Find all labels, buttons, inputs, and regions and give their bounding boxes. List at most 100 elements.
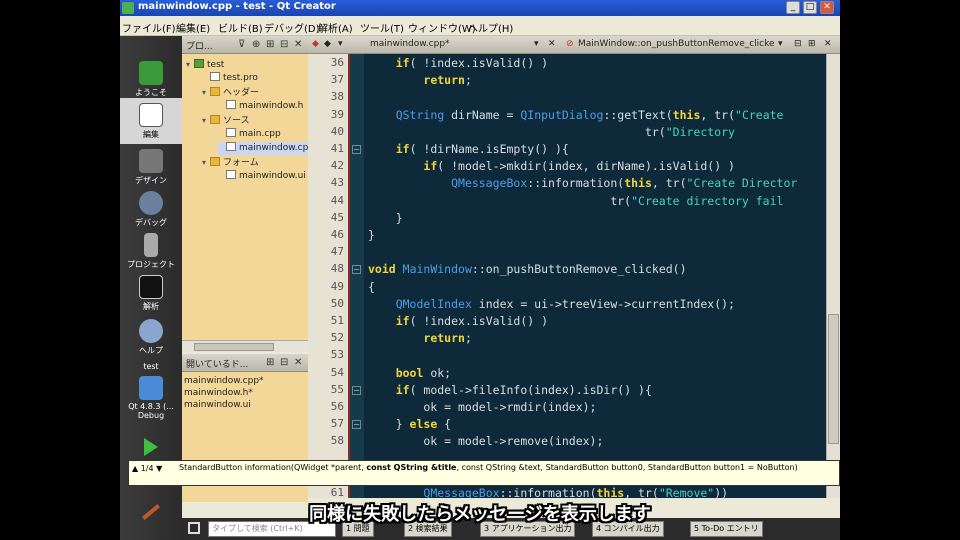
line-number: 48 bbox=[330, 262, 344, 276]
tree-item[interactable]: main.cpp bbox=[218, 128, 281, 141]
editor-vertical-scrollbar[interactable] bbox=[826, 54, 840, 498]
mode-edit[interactable]: 編集 bbox=[120, 98, 182, 144]
expand-arrow-icon[interactable]: ▾ bbox=[202, 114, 210, 127]
tree-item[interactable]: ▾ ソース bbox=[202, 114, 250, 127]
menu-tools[interactable]: ツール(T) bbox=[360, 20, 404, 35]
tree-item-label: test bbox=[207, 60, 225, 70]
tree-item[interactable]: mainwindow.h bbox=[218, 100, 303, 113]
debug-icon bbox=[139, 191, 163, 215]
line-number: 58 bbox=[330, 434, 344, 448]
fold-margin: − − − − bbox=[350, 54, 364, 498]
link-icon[interactable]: ⊕ bbox=[252, 39, 260, 50]
code-line: if( !index.isValid() ) bbox=[395, 56, 549, 70]
fold-marker-icon[interactable]: − bbox=[352, 265, 361, 275]
menu-help[interactable]: ヘルプ(H) bbox=[468, 20, 513, 35]
forward-icon[interactable]: ◆ bbox=[324, 39, 331, 49]
mode-help[interactable]: ヘルプ bbox=[120, 314, 182, 360]
menu-analyze[interactable]: 解析(A) bbox=[318, 20, 353, 35]
scrollbar-thumb[interactable] bbox=[828, 314, 839, 444]
close-pane-icon[interactable]: ✕ bbox=[294, 357, 302, 368]
code-line: { bbox=[368, 279, 375, 294]
menu-window[interactable]: ウィンドウ(W) bbox=[408, 20, 476, 35]
line-number-gutter: 36 37 38 39 40 41 42 43 44 45 46 47 48 49 50 51 52 53 54 55… bbox=[308, 54, 350, 499]
menu-debug[interactable]: デバッグ(D) bbox=[264, 20, 320, 35]
proj-icon bbox=[194, 59, 204, 68]
tree-item[interactable]: ▾ test bbox=[186, 58, 224, 71]
line-number: 50 bbox=[330, 296, 344, 310]
tree-item-label: ヘッダー bbox=[223, 88, 260, 98]
code-area[interactable]: if( !index.isValid() ) return; QString d… bbox=[364, 54, 826, 498]
line-number: 61 bbox=[330, 486, 344, 499]
split-editor-icon[interactable]: ⊟ bbox=[794, 39, 802, 49]
line-number: 42 bbox=[330, 159, 344, 173]
split-icon[interactable]: ⊞ bbox=[266, 357, 274, 368]
close-document-icon[interactable]: ✕ bbox=[548, 39, 556, 49]
open-docs-select[interactable]: 開いているド... bbox=[186, 357, 248, 370]
code-line: ok = model->rmdir(index); bbox=[368, 400, 597, 414]
scrollbar-thumb[interactable] bbox=[194, 343, 274, 351]
maximize-button[interactable]: □ bbox=[803, 1, 817, 14]
run-icon bbox=[144, 438, 158, 456]
code-line: } else { bbox=[368, 417, 452, 432]
tree-item[interactable]: ▾ フォーム bbox=[202, 156, 259, 169]
tree-item[interactable]: ▾ ヘッダー bbox=[202, 86, 259, 99]
folder-icon bbox=[210, 87, 220, 96]
file-selector[interactable]: mainwindow.cpp* bbox=[370, 39, 450, 49]
line-number: 37 bbox=[330, 73, 344, 87]
mode-welcome[interactable]: ようこそ bbox=[120, 56, 182, 102]
editor-toolbar: ◆ ◆ ▾ mainwindow.cpp* ▾ ✕ ⊘ MainWindow::… bbox=[308, 36, 840, 54]
tree-item[interactable]: mainwindow.ui bbox=[218, 170, 306, 183]
code-line: if( model->fileInfo(index).isDir() ){ bbox=[395, 382, 652, 397]
project-tree: ▾ test test.pro ▾ ヘッダー mainwindow.h ▾ ソース main.c… bbox=[182, 54, 308, 340]
symbol-selector[interactable]: MainWindow::on_pushButtonRemove_clicked(… bbox=[578, 39, 774, 49]
split-icon[interactable]: ⊞ bbox=[266, 39, 274, 50]
expand-arrow-icon[interactable]: ▾ bbox=[202, 86, 210, 99]
video-subtitle: 同様に失敗したらメッセージを表示します bbox=[309, 504, 651, 525]
file-icon bbox=[226, 170, 236, 179]
open-doc-item[interactable]: mainwindow.h* bbox=[184, 388, 253, 398]
mode-analyze[interactable]: 解析 bbox=[120, 270, 182, 316]
symbol-icon: ⊘ bbox=[566, 39, 574, 49]
tree-item[interactable]: test.pro bbox=[202, 72, 258, 85]
filter-icon[interactable]: ⊽ bbox=[238, 39, 245, 50]
menu-file[interactable]: ファイル(F) bbox=[122, 20, 176, 35]
tree-item[interactable]: mainwindow.cpp bbox=[218, 142, 308, 155]
project-icon bbox=[144, 233, 158, 257]
add-pane-icon[interactable]: ⊟ bbox=[280, 39, 288, 50]
close-editor-icon[interactable]: ✕ bbox=[824, 39, 832, 49]
minimize-button[interactable]: _ bbox=[786, 1, 800, 14]
menu-edit[interactable]: 編集(E) bbox=[176, 20, 210, 35]
code-line: return; bbox=[423, 331, 472, 346]
open-doc-item[interactable]: mainwindow.cpp* bbox=[184, 376, 264, 386]
file-tab-dropdown-icon[interactable]: ▾ bbox=[338, 39, 343, 49]
kit-selector[interactable]: test Qt 4.8.3 (... Debug bbox=[120, 358, 182, 434]
tree-horizontal-scrollbar[interactable] bbox=[182, 340, 308, 352]
project-view-select[interactable]: プロ... bbox=[186, 39, 213, 52]
menu-build[interactable]: ビルド(B) bbox=[218, 20, 263, 35]
mode-projects[interactable]: プロジェクト bbox=[120, 228, 182, 274]
mode-design[interactable]: デザイン bbox=[120, 144, 182, 190]
qt-creator-app-icon bbox=[122, 2, 134, 14]
expand-arrow-icon[interactable]: ▾ bbox=[186, 58, 194, 71]
mode-debug[interactable]: デバッグ bbox=[120, 186, 182, 232]
close-pane-icon[interactable]: ✕ bbox=[294, 39, 302, 50]
line-number: 57 bbox=[330, 417, 344, 431]
file-selector-arrow-icon[interactable]: ▾ bbox=[534, 39, 539, 49]
split-side-icon[interactable]: ⊞ bbox=[808, 39, 816, 49]
tree-item-label: mainwindow.ui bbox=[239, 171, 306, 181]
back-icon[interactable]: ◆ bbox=[312, 39, 319, 49]
open-doc-item[interactable]: mainwindow.ui bbox=[184, 400, 251, 410]
code-line: QModelIndex index = ui->treeView->curren… bbox=[395, 296, 735, 311]
tree-item-label: test.pro bbox=[223, 73, 258, 83]
tree-item-label: ソース bbox=[223, 116, 250, 126]
overload-navigator[interactable]: ▲ 1/4 ▼ bbox=[132, 464, 162, 473]
fold-marker-icon[interactable]: − bbox=[352, 420, 361, 430]
add-pane-icon[interactable]: ⊟ bbox=[280, 357, 288, 368]
run-button[interactable] bbox=[120, 436, 182, 460]
line-number: 45 bbox=[330, 210, 344, 224]
symbol-selector-arrow-icon[interactable]: ▾ bbox=[778, 39, 783, 49]
close-button[interactable]: ✕ bbox=[820, 1, 834, 14]
fold-marker-icon[interactable]: − bbox=[352, 145, 361, 154]
fold-marker-icon[interactable]: − bbox=[352, 385, 361, 395]
expand-arrow-icon[interactable]: ▾ bbox=[202, 156, 210, 169]
